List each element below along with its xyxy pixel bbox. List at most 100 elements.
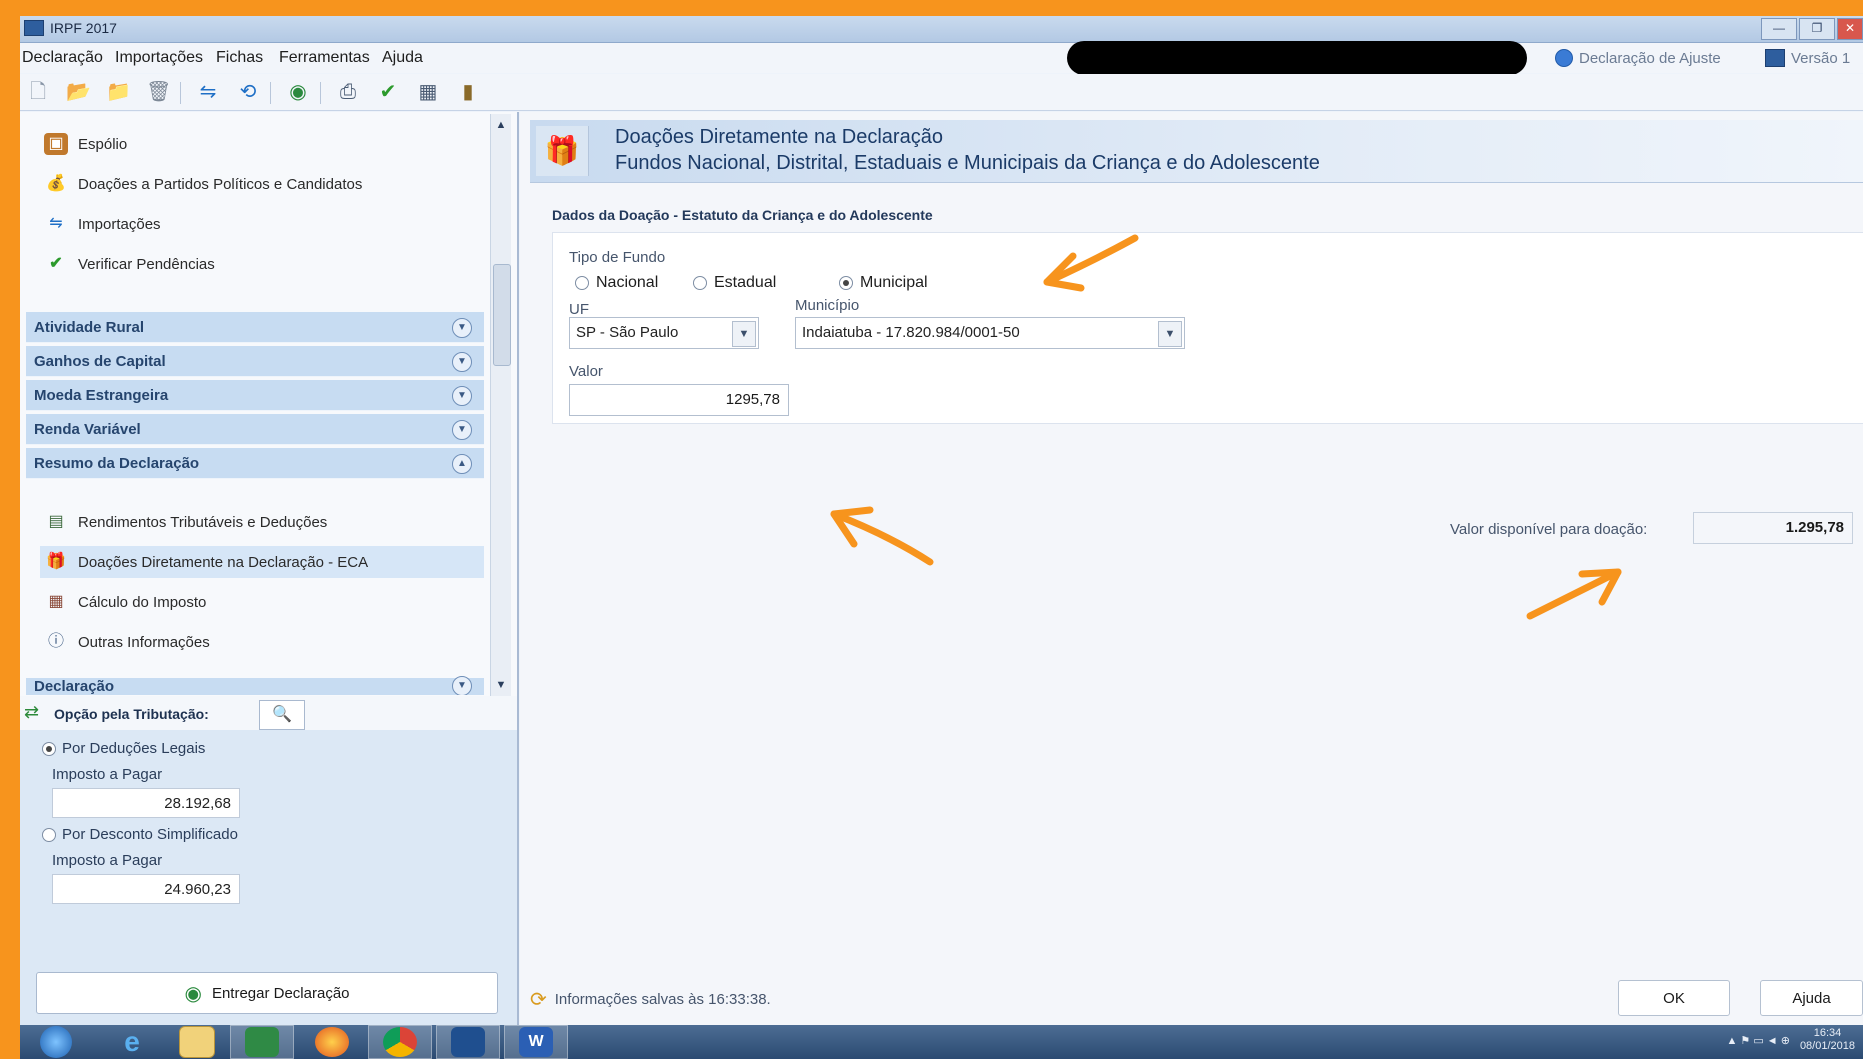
close-button[interactable]: ✕	[1837, 18, 1863, 40]
taskbar-explorer[interactable]	[165, 1025, 229, 1059]
maximize-button[interactable]: ❐	[1799, 18, 1835, 40]
globe-icon	[1555, 49, 1573, 67]
nav-item-calculo-imposto[interactable]: ▦ Cálculo do Imposto	[44, 586, 206, 618]
search-button[interactable]: 🔍	[259, 700, 305, 730]
radio-deducoes-legais[interactable]: Por Deduções Legais	[42, 740, 205, 757]
menu-ajuda[interactable]: Ajuda	[382, 49, 423, 67]
firefox-icon	[315, 1027, 349, 1057]
chevron-down-icon[interactable]: ▼	[452, 386, 472, 406]
ajuda-button[interactable]: Ajuda	[1760, 980, 1863, 1016]
globe-transmit-icon: ◉	[184, 982, 202, 1005]
chevron-down-icon[interactable]: ▼	[452, 352, 472, 372]
taskbar-excel[interactable]	[230, 1025, 294, 1059]
versao-link[interactable]: Versão 1	[1765, 49, 1850, 67]
folder-icon[interactable]: 📁	[106, 81, 131, 103]
calculator-icon[interactable]: ▦	[416, 81, 440, 103]
navigation-tree: ▣ Espólio 💰 Doações a Partidos Políticos…	[26, 112, 496, 695]
trash-icon[interactable]: 🗑	[146, 81, 171, 103]
folder-icon	[179, 1026, 215, 1058]
taskbar: e W ▲ ⚑ ▭ ◄ ⊕ 16:34 08/01/2018	[20, 1025, 1863, 1059]
taskbar-firefox[interactable]	[300, 1025, 364, 1059]
import-icon: ⇋	[49, 215, 63, 232]
radio-icon[interactable]	[693, 276, 707, 290]
exit-door-icon[interactable]: ▮	[456, 81, 480, 103]
checkmark-icon: ✔	[49, 255, 63, 272]
taskbar-irpf[interactable]	[436, 1025, 500, 1059]
menu-declaracao[interactable]: Declaração	[22, 49, 103, 67]
globe-transmit-icon[interactable]: ◉	[286, 81, 310, 103]
radio-municipal[interactable]: Municipal	[839, 274, 928, 292]
nav-item-importacoes[interactable]: ⇋ Importações	[44, 208, 160, 240]
chevron-down-icon[interactable]: ▼	[452, 420, 472, 440]
radio-nacional[interactable]: Nacional	[575, 274, 658, 292]
network-icon[interactable]: ▲ ⚑ ▭ ◄ ⊕	[1726, 1034, 1789, 1047]
nav-item-rendimentos[interactable]: ▤ Rendimentos Tributáveis e Deduções	[44, 506, 327, 538]
nav-item-espolio[interactable]: ▣ Espólio	[44, 128, 127, 160]
taskbar-ie[interactable]: e	[100, 1025, 164, 1059]
nav-item-doacoes-partidos[interactable]: 💰 Doações a Partidos Políticos e Candida…	[44, 168, 362, 200]
chevron-down-icon[interactable]: ▼	[452, 318, 472, 338]
new-file-icon[interactable]: 🗋	[26, 81, 50, 103]
left-panel: ▣ Espólio 💰 Doações a Partidos Políticos…	[20, 112, 519, 1026]
radio-icon[interactable]	[42, 741, 56, 756]
nav-item-doacoes-eca[interactable]: 🎁 Doações Diretamente na Declaração - EC…	[40, 546, 484, 578]
taskbar-chrome[interactable]	[368, 1025, 432, 1059]
menu-importacoes[interactable]: Importações	[115, 49, 203, 67]
donation-form: Tipo de Fundo Nacional Estadual Municipa…	[552, 232, 1863, 424]
toolbar-separator	[320, 82, 321, 104]
nav-item-outras-informacoes[interactable]: ⓘ Outras Informações	[44, 626, 210, 658]
uf-select[interactable]: SP - São Paulo ▼	[569, 317, 759, 349]
save-status: ⟳ Informações salvas às 16:33:38.	[530, 989, 771, 1011]
open-folder-icon[interactable]: 📂	[66, 81, 91, 103]
opcao-tributacao-panel: ⇄ Opção pela Tributação: 🔍 Por Deduções …	[20, 696, 517, 1026]
menu-fichas[interactable]: Fichas	[216, 49, 263, 67]
check-icon[interactable]: ✔	[376, 81, 400, 103]
title-bar: IRPF 2017 — ❐ ✕	[20, 16, 1863, 43]
imposto-value-simplificado: 24.960,23	[52, 874, 240, 904]
municipio-label: Município	[795, 297, 860, 314]
scroll-thumb[interactable]	[493, 264, 511, 366]
print-icon[interactable]: ⎙	[336, 81, 360, 103]
annotation-arrow	[830, 506, 934, 566]
system-tray: ▲ ⚑ ▭ ◄ ⊕ 16:34 08/01/2018	[1726, 1027, 1855, 1053]
nav-item-verificar-pendencias[interactable]: ✔ Verificar Pendências	[44, 248, 214, 280]
toolbar: 🗋 📂 📁 🗑 ⇋ ⟲ ◉ ⎙ ✔ ▦ ▮	[20, 74, 1863, 111]
window-controls: — ❐ ✕	[1761, 18, 1863, 40]
minimize-button[interactable]: —	[1761, 18, 1797, 40]
clock[interactable]: 16:34 08/01/2018	[1800, 1027, 1855, 1053]
donation-icon: 🎁	[536, 126, 589, 176]
taskbar-word[interactable]: W	[504, 1025, 568, 1059]
declaracao-ajuste-link[interactable]: Declaração de Ajuste	[1555, 49, 1721, 67]
radio-desconto-simplificado[interactable]: Por Desconto Simplificado	[42, 826, 238, 843]
ok-button[interactable]: OK	[1618, 980, 1730, 1016]
sidebar-scrollbar[interactable]: ▲ ▼	[490, 114, 511, 696]
chevron-down-icon[interactable]: ▼	[732, 321, 756, 347]
radio-icon[interactable]	[575, 276, 589, 290]
section-atividade-rural[interactable]: Atividade Rural ▼	[26, 312, 484, 343]
import-icon[interactable]: ⇋	[196, 81, 220, 103]
radio-estadual[interactable]: Estadual	[693, 274, 776, 292]
municipio-select[interactable]: Indaiatuba - 17.820.984/0001-50 ▼	[795, 317, 1185, 349]
scroll-up-icon[interactable]: ▲	[492, 116, 510, 134]
radio-icon[interactable]	[42, 827, 56, 842]
section-renda-variavel[interactable]: Renda Variável ▼	[26, 414, 484, 445]
chrome-icon	[383, 1027, 417, 1057]
section-resumo-declaracao[interactable]: Resumo da Declaração ▲	[26, 448, 484, 479]
start-button[interactable]	[24, 1025, 88, 1059]
redacted-area	[1067, 41, 1527, 75]
valor-input[interactable]: 1295,78	[569, 384, 789, 416]
excel-icon	[245, 1027, 279, 1057]
chevron-up-icon[interactable]: ▲	[452, 454, 472, 474]
recover-icon[interactable]: ⟲	[236, 81, 260, 103]
section-ganhos-capital[interactable]: Ganhos de Capital ▼	[26, 346, 484, 377]
chevron-down-icon[interactable]: ▼	[1158, 321, 1182, 347]
page-banner: 🎁 Doações Diretamente na Declaração Fund…	[530, 120, 1863, 183]
scroll-down-icon[interactable]: ▼	[492, 676, 510, 694]
chevron-down-icon[interactable]: ▼	[452, 676, 472, 695]
section-declaracao[interactable]: Declaração ▼	[26, 676, 484, 695]
section-moeda-estrangeira[interactable]: Moeda Estrangeira ▼	[26, 380, 484, 411]
menu-ferramentas[interactable]: Ferramentas	[279, 49, 370, 67]
radio-icon[interactable]	[839, 276, 853, 290]
main-content: 🎁 Doações Diretamente na Declaração Fund…	[520, 112, 1863, 1025]
entregar-declaracao-button[interactable]: ◉ Entregar Declaração	[36, 972, 498, 1014]
